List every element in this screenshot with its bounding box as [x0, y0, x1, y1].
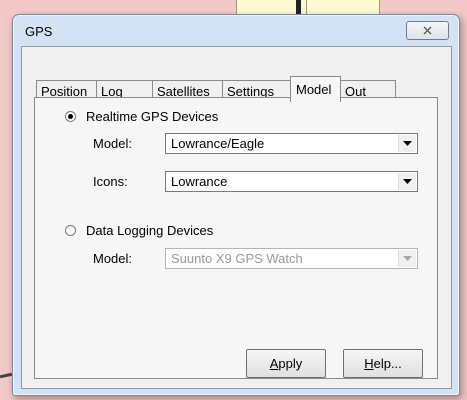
realtime-icons-label: Icons: [93, 174, 128, 189]
window-title: GPS [25, 24, 53, 39]
realtime-model-value: Lowrance/Eagle [171, 136, 265, 151]
radio-unchecked-icon [65, 225, 76, 236]
apply-button-label: Apply [269, 356, 303, 371]
dropdown-arrow-icon[interactable] [398, 250, 416, 267]
data-logging-label: Data Logging Devices [86, 223, 214, 238]
logging-model-select[interactable]: Suunto X9 GPS Watch [165, 248, 418, 269]
title-bar[interactable]: GPS [13, 15, 459, 45]
data-logging-radio[interactable]: Data Logging Devices [65, 223, 213, 238]
realtime-gps-label: Realtime GPS Devices [86, 109, 219, 124]
background-mark [296, 0, 301, 14]
help-button[interactable]: Help... [343, 349, 423, 378]
logging-model-value: Suunto X9 GPS Watch [171, 251, 303, 266]
realtime-icons-select[interactable]: Lowrance [165, 171, 418, 192]
help-mnemonic: H [364, 356, 374, 371]
apply-mnemonic: A [269, 356, 279, 371]
realtime-model-select[interactable]: Lowrance/Eagle [165, 133, 418, 154]
help-button-label: Help... [364, 356, 402, 371]
dropdown-arrow-icon[interactable] [398, 135, 416, 152]
tab-label: Model [296, 82, 332, 97]
dropdown-arrow-icon[interactable] [398, 173, 416, 190]
model-tab-panel: Realtime GPS Devices Model: Lowrance/Eag… [34, 97, 438, 379]
background-mark [0, 372, 13, 379]
gps-dialog: GPS Position Log Satellites Settings Mod… [12, 14, 460, 396]
realtime-icons-value: Lowrance [171, 174, 228, 189]
logging-model-label: Model: [93, 251, 133, 266]
realtime-gps-radio[interactable]: Realtime GPS Devices [65, 109, 218, 124]
close-button[interactable] [406, 21, 449, 40]
realtime-model-label: Model: [93, 136, 133, 151]
radio-checked-icon [65, 111, 76, 122]
close-icon [423, 26, 432, 35]
tab-model[interactable]: Model [290, 76, 341, 102]
apply-button[interactable]: Apply [246, 349, 326, 378]
